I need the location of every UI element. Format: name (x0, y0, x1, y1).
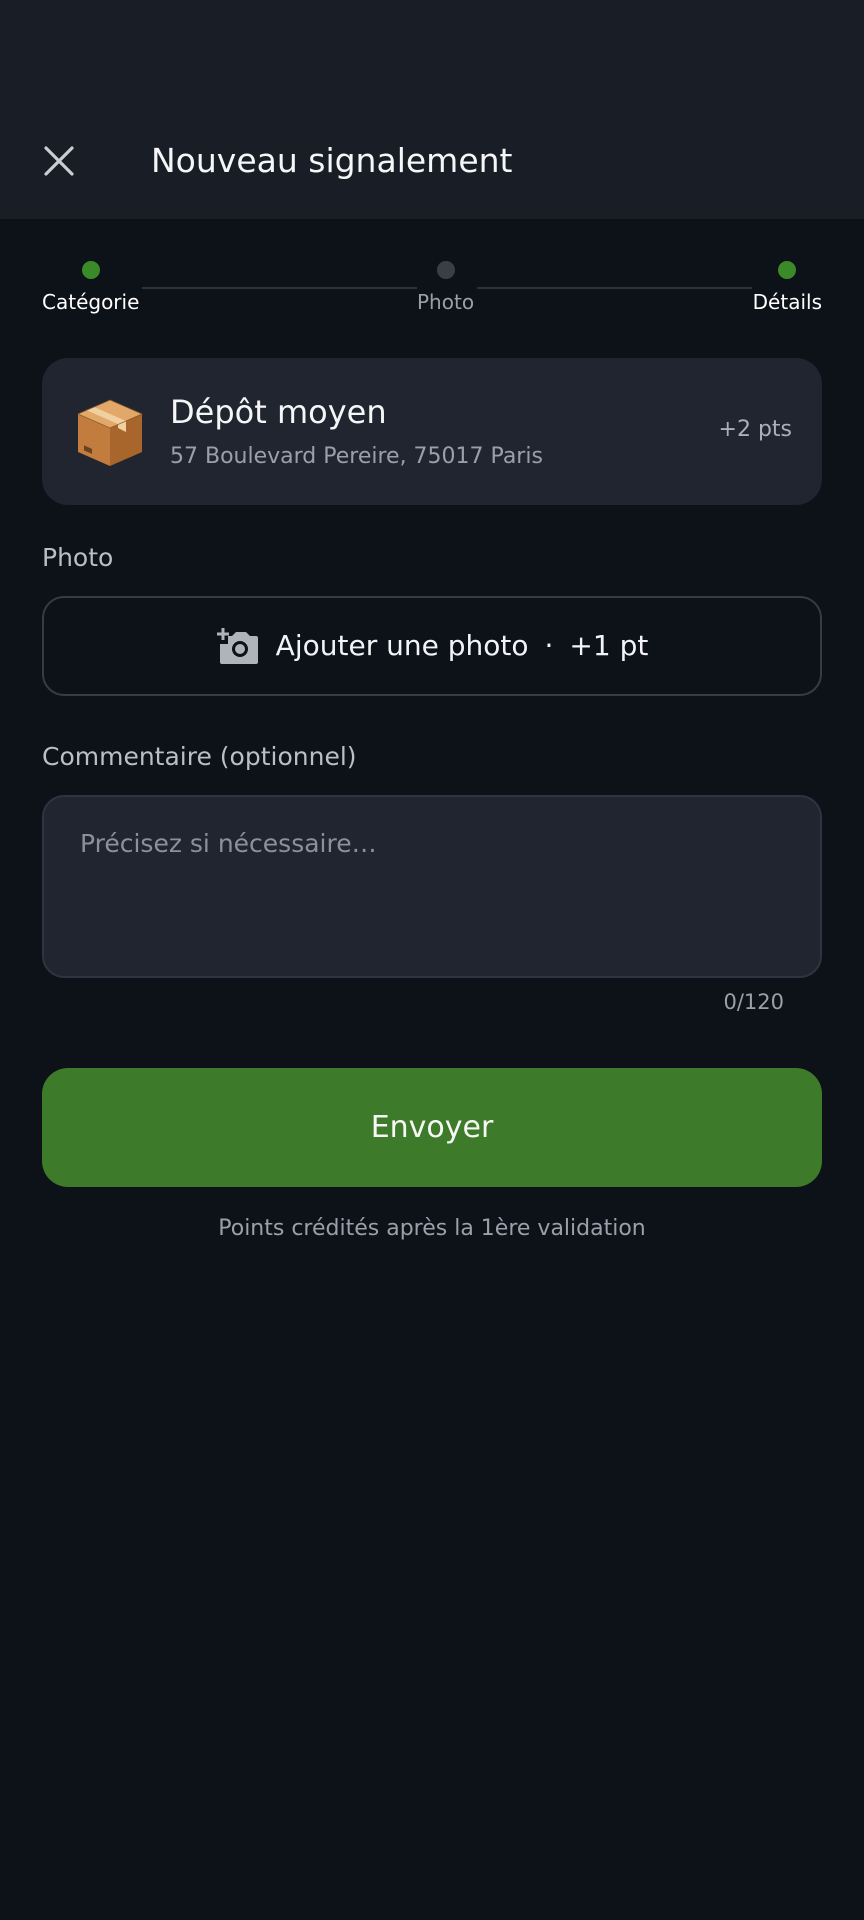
comment-section-label: Commentaire (optionnel) (42, 742, 357, 771)
stepper-line-1 (142, 287, 417, 289)
step-dot-categorie (82, 261, 100, 279)
category-address: 57 Boulevard Pereire, 75017 Paris (170, 444, 543, 469)
close-button[interactable] (38, 140, 80, 182)
add-camera-icon (216, 628, 258, 664)
step-dot-details (778, 261, 796, 279)
add-photo-button-content: Ajouter une photo · +1 pt (216, 626, 649, 666)
progress-stepper: Catégorie Photo Détails (0, 250, 864, 320)
step-label-details[interactable]: Détails (753, 288, 822, 316)
submit-button[interactable]: Envoyer (42, 1068, 822, 1187)
step-dot-photo (437, 261, 455, 279)
package-box-icon (77, 399, 143, 466)
add-photo-button[interactable]: Ajouter une photo · +1 pt (42, 596, 822, 696)
submit-button-label: Envoyer (370, 1109, 494, 1145)
comment-textarea[interactable] (42, 795, 822, 978)
add-photo-label: Ajouter une photo (275, 629, 529, 662)
stepper-line-2 (477, 287, 752, 289)
add-photo-points: +1 pt (569, 629, 649, 662)
close-icon (44, 146, 74, 176)
step-label-categorie[interactable]: Catégorie (42, 288, 139, 316)
points-footnote: Points crédités après la 1ère validation (218, 1216, 646, 1241)
app-header: Nouveau signalement (0, 0, 864, 219)
page-title: Nouveau signalement (151, 141, 513, 180)
photo-section-label: Photo (42, 543, 114, 572)
category-title: Dépôt moyen (170, 393, 387, 431)
add-photo-separator: · (544, 629, 554, 662)
char-counter: 0/120 (723, 990, 784, 1014)
category-card[interactable]: Dépôt moyen 57 Boulevard Pereire, 75017 … (42, 358, 822, 505)
category-points: +2 pts (718, 417, 792, 442)
step-label-photo[interactable]: Photo (417, 288, 474, 316)
